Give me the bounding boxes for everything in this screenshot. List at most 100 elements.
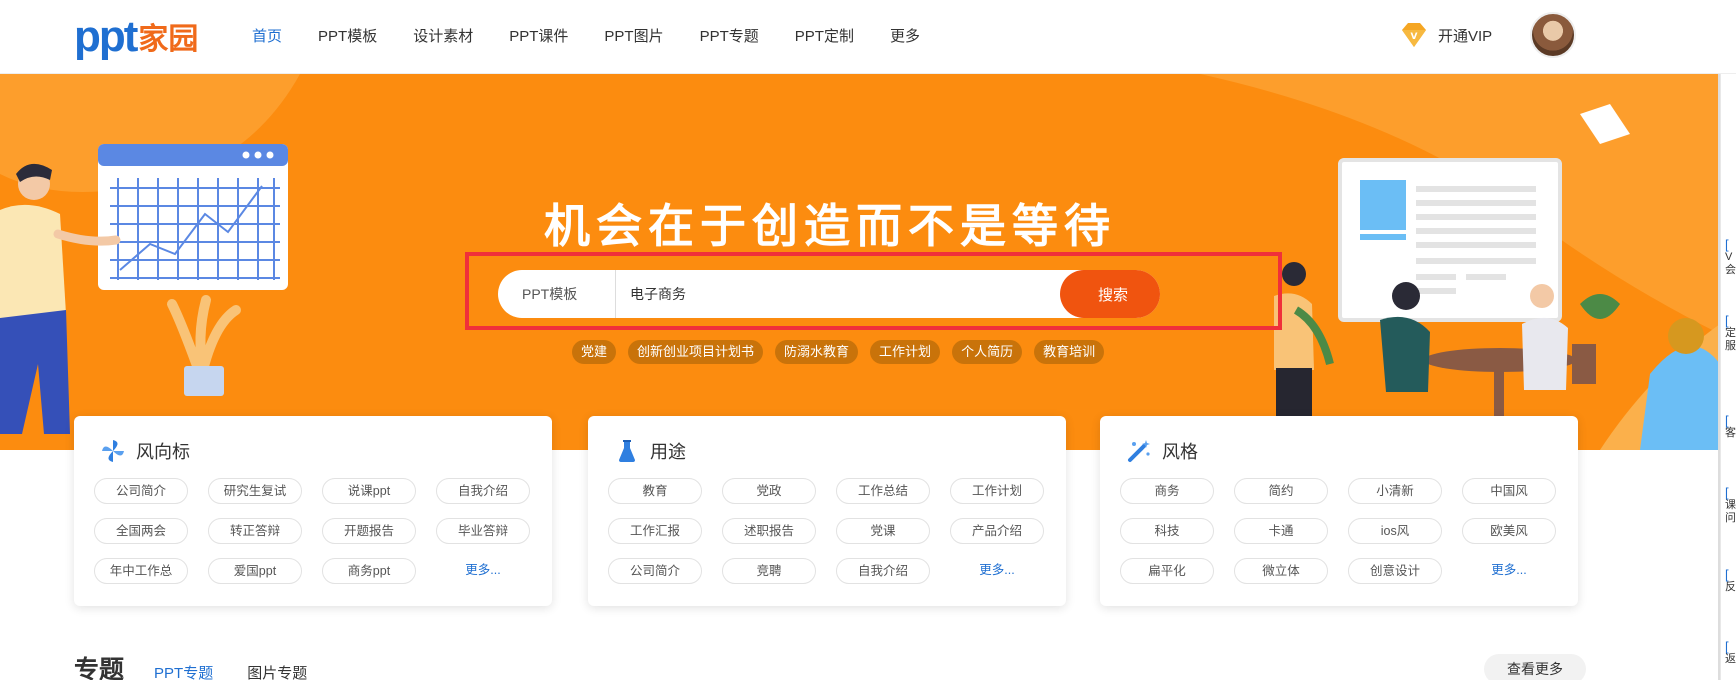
card-tag[interactable]: 工作计划 [950, 478, 1044, 504]
right-float-sidebar: [V 会 [定 服 [客 [课 问 [反 [返 [1720, 74, 1736, 680]
sidebar-item-icon: [ [1725, 639, 1729, 654]
nav-ppt-courseware[interactable]: PPT课件 [509, 25, 568, 46]
card-title-text: 风格 [1162, 442, 1198, 462]
hot-tag[interactable]: 防溺水教育 [775, 340, 859, 364]
hot-tag[interactable]: 个人简历 [952, 340, 1023, 364]
nav-home[interactable]: 首页 [252, 25, 282, 46]
card-tag[interactable]: 商务 [1120, 478, 1214, 504]
sidebar-item-icon: [ [1725, 567, 1729, 582]
card-tag[interactable]: 公司简介 [94, 478, 188, 504]
card-tag[interactable]: 工作总结 [836, 478, 930, 504]
card-tag[interactable]: 卡通 [1234, 518, 1328, 544]
vip-label: 开通VIP [1438, 27, 1493, 45]
card-trending: 风向标 公司简介 研究生复试 说课ppt 自我介绍 全国两会 转正答辩 开题报告… [74, 416, 552, 606]
card-tag[interactable]: 创意设计 [1348, 558, 1442, 584]
top-header: ppt 家园 首页 PPT模板 设计素材 PPT课件 PPT图片 PPT专题 P… [0, 0, 1736, 74]
nav-more-label: 更多 [889, 27, 920, 45]
hot-tag[interactable]: 教育培训 [1034, 340, 1105, 364]
card-tag[interactable]: 竞聘 [722, 558, 816, 584]
card-tag[interactable]: 欧美风 [1462, 518, 1556, 544]
sidebar-item-vip[interactable]: [V 会 [1725, 238, 1736, 277]
card-usage: 用途 教育 党政 工作总结 工作计划 工作汇报 述职报告 党课 产品介绍 公司简… [588, 416, 1066, 606]
sidebar-item-label: 返 [1725, 653, 1736, 665]
nav-ppt-custom[interactable]: PPT定制 [795, 25, 854, 46]
nav-design-assets[interactable]: 设计素材 [413, 25, 473, 46]
card-tag[interactable]: 科技 [1120, 518, 1214, 544]
sidebar-item-survey[interactable]: [课 问 [1725, 486, 1736, 525]
page: ppt 家园 首页 PPT模板 设计素材 PPT课件 PPT图片 PPT专题 P… [0, 0, 1736, 680]
card-tag[interactable]: 小清新 [1348, 478, 1442, 504]
sidebar-item-label: 客 [1725, 427, 1736, 439]
pinwheel-icon [102, 440, 124, 462]
banner-headline: 机会在于创造而不是等待 [544, 199, 1116, 253]
card-tag[interactable]: 产品介绍 [950, 518, 1044, 544]
hot-tag[interactable]: 工作计划 [870, 340, 941, 364]
sidebar-item-icon: [ [1725, 485, 1729, 500]
card-title: 用途 [614, 438, 686, 464]
hot-tags: 党建 创新创业项目计划书 防溺水教育 工作计划 个人简历 教育培训 [572, 340, 1116, 364]
hot-tag[interactable]: 党建 [572, 340, 617, 364]
card-title-text: 风向标 [136, 442, 190, 462]
card-tag[interactable]: 毕业答辩 [436, 518, 530, 544]
card-tag[interactable]: 扁平化 [1120, 558, 1214, 584]
see-more-button[interactable]: 查看更多 [1484, 654, 1586, 680]
search-category-select[interactable]: PPT模板 [498, 270, 616, 318]
card-tag[interactable]: 微立体 [1234, 558, 1328, 584]
card-tag-grid: 教育 党政 工作总结 工作计划 工作汇报 述职报告 党课 产品介绍 公司简介 竞… [608, 478, 1052, 584]
tab-ppt-topics[interactable]: PPT专题 [154, 662, 213, 680]
sidebar-item-label: V 会 [1725, 251, 1736, 276]
card-tag[interactable]: 全国两会 [94, 518, 188, 544]
logo-text-ppt: ppt [74, 12, 138, 61]
card-tag[interactable]: 开题报告 [322, 518, 416, 544]
logo-text-jiayuan: 家园 [138, 22, 199, 57]
card-tag[interactable]: 工作汇报 [608, 518, 702, 544]
card-tag[interactable]: 中国风 [1462, 478, 1556, 504]
sidebar-item-back-top[interactable]: [返 [1725, 640, 1736, 666]
hot-tag[interactable]: 创新创业项目计划书 [628, 340, 764, 364]
tab-image-topics[interactable]: 图片专题 [247, 662, 307, 680]
search-button-label: 搜索 [1097, 286, 1128, 304]
user-avatar[interactable] [1530, 12, 1576, 58]
card-more-link[interactable]: 更多... [1462, 558, 1556, 584]
search-input[interactable] [616, 270, 1060, 318]
nav-ppt-topics[interactable]: PPT专题 [700, 25, 759, 46]
card-tag[interactable]: ios风 [1348, 518, 1442, 544]
card-tag[interactable]: 简约 [1234, 478, 1328, 504]
site-logo[interactable]: ppt 家园 [74, 10, 198, 64]
card-title: 风向标 [100, 438, 190, 464]
nav-more[interactable]: 更多 [890, 25, 920, 46]
card-tag[interactable]: 研究生复试 [208, 478, 302, 504]
vip-diamond-icon: V [1402, 23, 1426, 47]
search-bar: PPT模板 搜索 [498, 270, 1160, 318]
card-tag-grid: 公司简介 研究生复试 说课ppt 自我介绍 全国两会 转正答辩 开题报告 毕业答… [94, 478, 538, 584]
sidebar-item-service[interactable]: [客 [1725, 414, 1736, 440]
sidebar-item-label: 课 问 [1725, 499, 1736, 524]
card-tag[interactable]: 党政 [722, 478, 816, 504]
sidebar-item-icon: [ [1725, 413, 1729, 428]
sidebar-item-icon: [ [1725, 313, 1729, 328]
nav-ppt-images[interactable]: PPT图片 [604, 25, 663, 46]
magic-wand-icon [1128, 440, 1150, 462]
card-tag[interactable]: 党课 [836, 518, 930, 544]
card-tag[interactable]: 自我介绍 [836, 558, 930, 584]
sidebar-item-icon: [ [1725, 237, 1729, 252]
vip-link[interactable]: V 开通VIP [1398, 18, 1492, 52]
card-more-link[interactable]: 更多... [950, 558, 1044, 584]
card-tag[interactable]: 说课ppt [322, 478, 416, 504]
card-tag[interactable]: 商务ppt [322, 558, 416, 584]
topic-heading: 专题 [74, 656, 125, 680]
sidebar-item-label: 定 服 [1725, 327, 1736, 352]
sidebar-item-custom[interactable]: [定 服 [1725, 314, 1736, 353]
nav-ppt-templates[interactable]: PPT模板 [318, 25, 377, 46]
card-tag[interactable]: 自我介绍 [436, 478, 530, 504]
card-tag[interactable]: 述职报告 [722, 518, 816, 544]
sidebar-item-feedback[interactable]: [反 [1725, 568, 1736, 594]
card-tag[interactable]: 转正答辩 [208, 518, 302, 544]
card-tag[interactable]: 年中工作总 [94, 558, 188, 584]
search-button[interactable]: 搜索 [1060, 270, 1160, 318]
card-tag[interactable]: 爱国ppt [208, 558, 302, 584]
card-tag[interactable]: 教育 [608, 478, 702, 504]
banner-slider-button[interactable] [1668, 318, 1704, 354]
card-tag[interactable]: 公司简介 [608, 558, 702, 584]
card-more-link[interactable]: 更多... [436, 558, 530, 584]
